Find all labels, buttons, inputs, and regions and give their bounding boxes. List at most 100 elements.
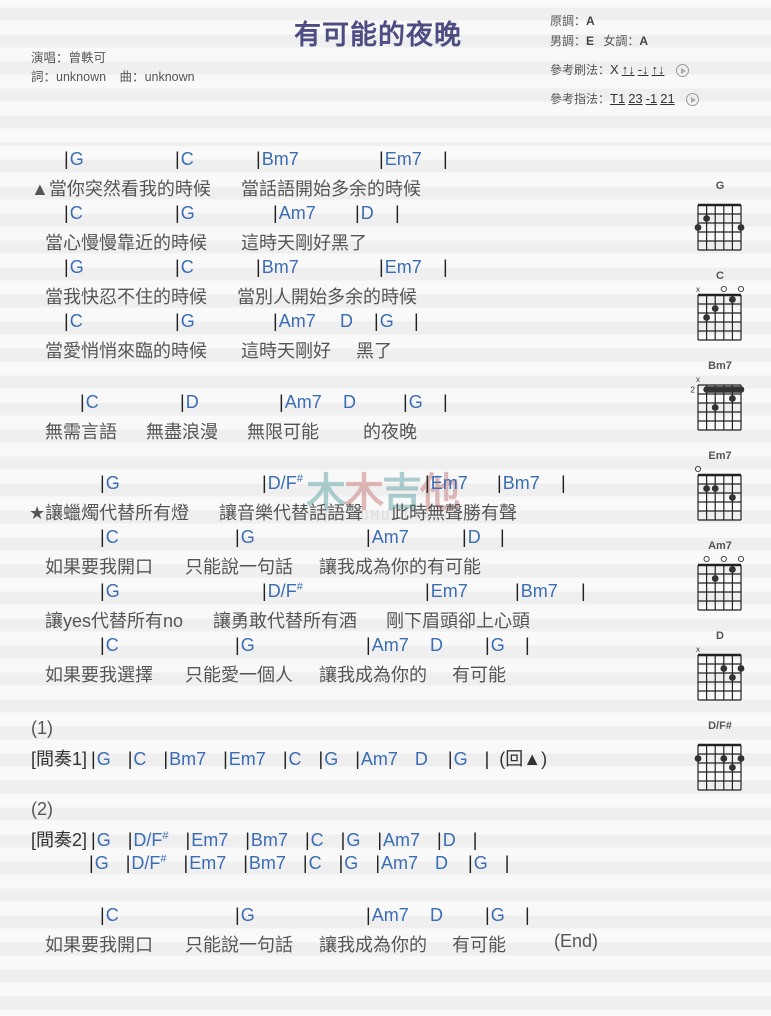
chord-d[interactable]: D bbox=[430, 635, 443, 656]
chord-label: G bbox=[453, 749, 468, 769]
chord-g[interactable]: |G bbox=[89, 853, 109, 873]
chord-bm7[interactable]: |Bm7 bbox=[497, 473, 540, 494]
chord-am7[interactable]: |Am7 bbox=[273, 311, 316, 332]
chord-am7[interactable]: |Am7 bbox=[366, 905, 409, 926]
chord-d-f-[interactable]: |D/F# bbox=[262, 473, 303, 494]
bar-line: | bbox=[175, 149, 180, 169]
chord-g[interactable]: |G bbox=[91, 830, 111, 850]
chord-d[interactable]: |D bbox=[180, 392, 199, 413]
chord-g[interactable]: |G bbox=[235, 905, 255, 926]
lyric-segment: 無盡浪漫 bbox=[146, 422, 218, 442]
chord-c[interactable]: |C bbox=[80, 392, 99, 413]
chord-d-f-[interactable]: |D/F# bbox=[126, 853, 167, 873]
chord-g[interactable]: |G bbox=[485, 905, 505, 926]
chord-g[interactable]: |G bbox=[339, 853, 359, 873]
chord-em7[interactable]: |Em7 bbox=[425, 473, 468, 494]
chord-am7[interactable]: |Am7 bbox=[366, 635, 409, 656]
chord-em7[interactable]: |Em7 bbox=[425, 581, 468, 602]
chord-c[interactable]: |C bbox=[283, 749, 302, 769]
chord-d[interactable]: |D bbox=[437, 830, 456, 850]
chord-am7[interactable]: |Am7 bbox=[279, 392, 322, 413]
chord-bm7[interactable]: |Bm7 bbox=[256, 149, 299, 170]
chord-label: Am7 bbox=[360, 749, 398, 769]
chord-c[interactable]: |C bbox=[175, 257, 194, 278]
play-strum-icon[interactable] bbox=[675, 64, 689, 78]
chord-c[interactable]: |C bbox=[175, 149, 194, 170]
chord-d-f-[interactable]: |D/F# bbox=[128, 830, 169, 850]
chord-g[interactable]: |G bbox=[235, 635, 255, 656]
chord-am7[interactable]: |Am7 bbox=[273, 203, 316, 224]
chord-em7[interactable]: |Em7 bbox=[184, 853, 227, 873]
chord-am7[interactable]: |Am7 bbox=[375, 853, 418, 873]
chord-g[interactable]: |G bbox=[64, 257, 84, 278]
chord-d[interactable]: D bbox=[343, 392, 356, 413]
chord-g[interactable]: |G bbox=[448, 749, 468, 769]
chord-em7[interactable]: |Em7 bbox=[223, 749, 266, 769]
lyric-segment: 無限可能 bbox=[247, 422, 319, 442]
chord-g[interactable]: |G bbox=[403, 392, 423, 413]
chord-g[interactable]: |G bbox=[319, 749, 339, 769]
fretboard-grid bbox=[694, 203, 745, 251]
chord-g[interactable]: |G bbox=[468, 853, 488, 873]
bar-line: | bbox=[340, 830, 346, 850]
chord-d[interactable]: D bbox=[415, 749, 428, 769]
bar-line: | bbox=[100, 635, 105, 655]
bar-line: | bbox=[64, 203, 69, 223]
chord-label: Am7 bbox=[381, 853, 419, 873]
finger-dot bbox=[694, 755, 702, 762]
interlude-2-label: [間奏2] bbox=[31, 830, 88, 850]
chord-em7[interactable]: |Em7 bbox=[186, 830, 229, 850]
chord-d[interactable]: |D bbox=[462, 527, 481, 548]
chord-am7[interactable]: |Am7 bbox=[366, 527, 409, 548]
chord-g[interactable]: |G bbox=[100, 473, 120, 494]
chord-bm7[interactable]: |Bm7 bbox=[245, 830, 288, 850]
bar-line: | bbox=[245, 830, 250, 850]
chord-c[interactable]: |C bbox=[303, 853, 322, 873]
chord-label: D bbox=[467, 527, 481, 547]
chord-d[interactable]: D bbox=[435, 853, 448, 873]
pick-group-3: 21 bbox=[660, 91, 675, 106]
chord-g[interactable]: |G bbox=[175, 203, 195, 224]
strum-group-0: ↑↓ bbox=[621, 62, 635, 77]
chord-label: G bbox=[105, 473, 120, 493]
chord-label: Am7 bbox=[383, 830, 421, 850]
measure-end-bar: | bbox=[484, 749, 490, 769]
chord-label: C bbox=[288, 749, 302, 769]
chord-am7[interactable]: |Am7 bbox=[355, 749, 398, 769]
chord-c[interactable]: |C bbox=[100, 527, 119, 548]
chord-bm7[interactable]: |Bm7 bbox=[243, 853, 286, 873]
chord-g[interactable]: |G bbox=[485, 635, 505, 656]
chord-g[interactable]: |G bbox=[91, 749, 111, 769]
chord-d[interactable]: |D bbox=[355, 203, 374, 224]
chord-d[interactable]: D bbox=[340, 311, 353, 332]
chord-em7[interactable]: |Em7 bbox=[379, 149, 422, 170]
chord-d-f-[interactable]: |D/F# bbox=[262, 581, 303, 602]
chord-c[interactable]: |C bbox=[100, 635, 119, 656]
chord-g[interactable]: |G bbox=[175, 311, 195, 332]
chord-label: G bbox=[344, 853, 359, 873]
vocal-keys: 男調：E 女調：A bbox=[550, 32, 648, 49]
chord-d[interactable]: D bbox=[430, 905, 443, 926]
bar-line: | bbox=[262, 473, 267, 493]
chord-c[interactable]: |C bbox=[305, 830, 324, 850]
chord-c[interactable]: |C bbox=[64, 203, 83, 224]
chord-bm7[interactable]: |Bm7 bbox=[163, 749, 206, 769]
play-pick-icon[interactable] bbox=[685, 93, 699, 107]
chord-c[interactable]: |C bbox=[128, 749, 147, 769]
chord-c[interactable]: |C bbox=[64, 311, 83, 332]
chord-am7[interactable]: |Am7 bbox=[377, 830, 420, 850]
chord-g[interactable]: |G bbox=[100, 581, 120, 602]
bar-line: | bbox=[91, 749, 96, 769]
chord-g[interactable]: |G bbox=[341, 830, 361, 850]
chord-g[interactable]: |G bbox=[235, 527, 255, 548]
lyricist-name: unknown bbox=[56, 70, 107, 84]
female-key-label: 女調： bbox=[603, 34, 640, 48]
chord-c[interactable]: |C bbox=[100, 905, 119, 926]
chord-bm7[interactable]: |Bm7 bbox=[256, 257, 299, 278]
chord-g[interactable]: |G bbox=[64, 149, 84, 170]
chord-g[interactable]: |G bbox=[374, 311, 394, 332]
bar-line: | bbox=[375, 853, 380, 873]
bar-line: | bbox=[127, 749, 133, 769]
chord-em7[interactable]: |Em7 bbox=[379, 257, 422, 278]
chord-bm7[interactable]: |Bm7 bbox=[515, 581, 558, 602]
